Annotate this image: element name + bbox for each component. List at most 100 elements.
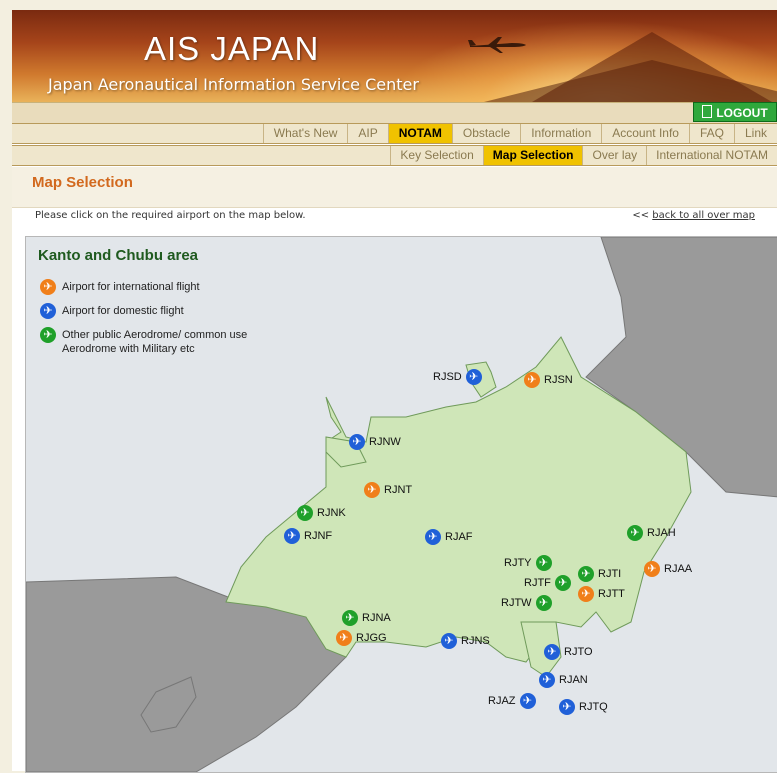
nav-notam[interactable]: NOTAM <box>387 124 452 143</box>
airport-rjnk[interactable]: ✈ RJNK <box>297 505 346 521</box>
area-map: Kanto and Chubu area ✈ Airport for intern… <box>25 236 777 773</box>
mount-fuji-image <box>532 32 772 102</box>
airplane-icon: ✈ <box>554 575 571 591</box>
legend-label: Airport for domestic flight <box>62 304 184 317</box>
airport-rjsn[interactable]: ✈ RJSN <box>524 372 573 388</box>
nav-aip[interactable]: AIP <box>347 124 387 143</box>
nav-faq[interactable]: FAQ <box>688 124 734 143</box>
airplane-icon: ✈ <box>644 561 660 577</box>
airport-rjgg[interactable]: ✈ RJGG <box>336 630 387 646</box>
nav-account-info[interactable]: Account Info <box>601 124 689 143</box>
airplane-icon: ✈ <box>524 372 540 388</box>
airplane-icon: ✈ <box>425 529 441 545</box>
main-nav: What's New AIP NOTAM Obstacle Informatio… <box>12 123 777 144</box>
back-arrows: << <box>632 210 650 221</box>
airplane-icon: ✈ <box>284 528 300 544</box>
airport-rjto[interactable]: ✈ RJTO <box>544 644 593 660</box>
airport-code: RJAA <box>664 563 693 575</box>
area-title: Kanto and Chubu area <box>38 247 199 264</box>
nav-obstacle[interactable]: Obstacle <box>451 124 520 143</box>
airport-code: RJGG <box>356 632 387 644</box>
door-icon <box>702 105 713 118</box>
airport-code: RJAF <box>445 531 473 543</box>
subnav-international-notam[interactable]: International NOTAM <box>646 146 777 165</box>
sub-nav: Key Selection Map Selection Over lay Int… <box>12 145 777 166</box>
legend-international: ✈ Airport for international flight <box>40 279 200 295</box>
airplane-icon: ✈ <box>535 595 552 611</box>
legend-label: Other public Aerodrome/ common use <box>62 328 248 341</box>
header-banner: AIS JAPAN Japan Aeronautical Information… <box>12 10 777 102</box>
airport-code: RJNT <box>384 484 413 496</box>
site-title: AIS JAPAN <box>144 30 320 67</box>
back-link-container: << back to all over map <box>632 210 755 221</box>
legend-label: Airport for international flight <box>62 280 200 293</box>
airport-code: RJTW <box>501 597 532 609</box>
airport-code: RJTF <box>524 577 551 589</box>
airport-rjnt[interactable]: ✈ RJNT <box>364 482 412 498</box>
airport-rjah[interactable]: ✈ RJAH <box>627 525 676 541</box>
airplane-icon: ✈ <box>535 555 552 571</box>
airport-code: RJTQ <box>579 701 608 713</box>
airplane-icon: ✈ <box>40 327 56 343</box>
subnav-map-selection[interactable]: Map Selection <box>482 146 583 165</box>
site-subtitle: Japan Aeronautical Information Service C… <box>48 75 419 94</box>
airport-rjsd[interactable]: RJSD ✈ <box>433 369 482 385</box>
airplane-icon: ✈ <box>578 586 594 602</box>
legend-domestic: ✈ Airport for domestic flight <box>40 303 184 319</box>
airport-rjtw[interactable]: RJTW ✈ <box>501 595 552 611</box>
airport-code: RJAN <box>559 674 588 686</box>
airport-code: RJNK <box>317 507 346 519</box>
subnav-key-selection[interactable]: Key Selection <box>390 146 482 165</box>
airport-code: RJNS <box>461 635 490 647</box>
airport-rjtf[interactable]: RJTF ✈ <box>524 575 571 591</box>
airport-code: RJTO <box>564 646 593 658</box>
airplane-icon: ✈ <box>40 303 56 319</box>
airport-rjtq[interactable]: ✈ RJTQ <box>559 699 608 715</box>
page-title: Map Selection <box>32 174 133 191</box>
back-to-overall-map-link[interactable]: back to all over map <box>652 210 755 221</box>
logout-strip <box>12 102 777 123</box>
airport-rjnw[interactable]: ✈ RJNW <box>349 434 401 450</box>
airport-code: RJTT <box>598 588 625 600</box>
airport-code: RJNF <box>304 530 333 542</box>
airport-rjnf[interactable]: ✈ RJNF <box>284 528 332 544</box>
airplane-icon: ✈ <box>441 633 457 649</box>
airport-code: RJSD <box>433 371 462 383</box>
airplane-icon: ✈ <box>336 630 352 646</box>
logout-label: LOGOUT <box>716 106 768 120</box>
airport-code: RJSN <box>544 374 573 386</box>
logout-button[interactable]: LOGOUT <box>693 102 777 122</box>
airplane-icon: ✈ <box>40 279 56 295</box>
instruction-text: Please click on the required airport on … <box>35 210 306 221</box>
airport-rjty[interactable]: RJTY ✈ <box>504 555 552 571</box>
airport-rjtt[interactable]: ✈ RJTT <box>578 586 625 602</box>
airport-rjaa[interactable]: ✈ RJAA <box>644 561 692 577</box>
airport-code: RJTI <box>598 568 622 580</box>
airplane-icon: ✈ <box>342 610 358 626</box>
subnav-overlay[interactable]: Over lay <box>582 146 646 165</box>
airplane-icon: ✈ <box>364 482 380 498</box>
legend-other-line2: Aerodrome with Military etc <box>62 343 195 355</box>
nav-information[interactable]: Information <box>520 124 601 143</box>
airplane-icon: ✈ <box>349 434 365 450</box>
airport-rjaz[interactable]: RJAZ ✈ <box>488 693 536 709</box>
airplane-icon: ✈ <box>297 505 313 521</box>
airplane-icon: ✈ <box>465 369 482 385</box>
nav-whats-new[interactable]: What's New <box>262 124 348 143</box>
airplane-icon: ✈ <box>544 644 560 660</box>
airport-rjna[interactable]: ✈ RJNA <box>342 610 391 626</box>
airport-rjti[interactable]: ✈ RJTI <box>578 566 621 582</box>
airplane-icon: ✈ <box>578 566 594 582</box>
page-frame: AIS JAPAN Japan Aeronautical Information… <box>12 10 777 773</box>
airport-rjns[interactable]: ✈ RJNS <box>441 633 490 649</box>
nav-link[interactable]: Link <box>733 124 777 143</box>
airport-code: RJNW <box>369 436 401 448</box>
airplane-icon: ✈ <box>539 672 555 688</box>
airport-rjaf[interactable]: ✈ RJAF <box>425 529 473 545</box>
airplane-icon: ✈ <box>627 525 643 541</box>
legend-other: ✈ Other public Aerodrome/ common use <box>40 327 247 343</box>
airplane-icon: ✈ <box>519 693 536 709</box>
airplane-icon <box>468 37 526 53</box>
airplane-icon: ✈ <box>559 699 575 715</box>
airport-rjan[interactable]: ✈ RJAN <box>539 672 588 688</box>
